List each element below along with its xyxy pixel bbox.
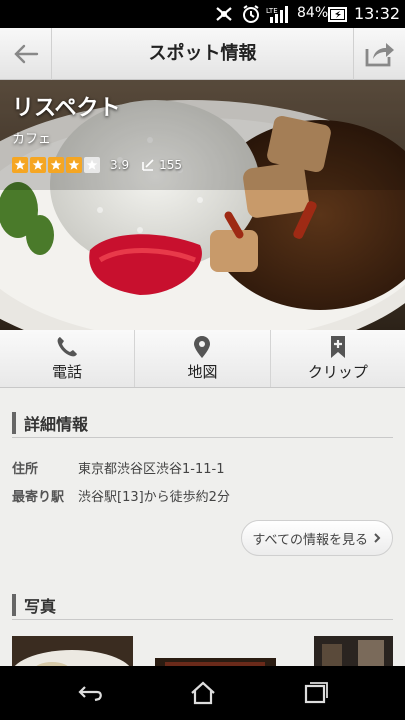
- recents-icon[interactable]: [301, 681, 329, 705]
- section-bar: [12, 412, 16, 434]
- star-icon: [66, 157, 82, 173]
- photo-thumbnail[interactable]: [314, 636, 393, 666]
- clock: 13:32: [354, 4, 401, 23]
- back-arrow-icon: [13, 44, 38, 64]
- address-key: 住所: [12, 462, 39, 477]
- mute-icon: [216, 7, 232, 21]
- back-button[interactable]: [0, 28, 52, 80]
- svg-text:LTE: LTE: [266, 7, 278, 15]
- details-heading: 詳細情報: [24, 415, 89, 434]
- map-label: 地図: [187, 363, 218, 381]
- clip-button[interactable]: クリップ: [271, 330, 405, 387]
- photo-thumbnail-image: [314, 636, 393, 666]
- station-key: 最寄り駅: [12, 490, 65, 505]
- details-section-header: 詳細情報: [12, 406, 393, 438]
- map-button[interactable]: 地図: [135, 330, 271, 387]
- phone-icon: [57, 337, 78, 357]
- spot-name: リスペクト: [12, 96, 121, 121]
- station-value: 渋谷駅[13]から徒歩約2分: [78, 490, 230, 505]
- see-all-info-button[interactable]: すべての情報を見る: [241, 520, 393, 556]
- review-count: 155: [159, 158, 182, 172]
- photos-heading: 写真: [24, 597, 57, 616]
- chevron-right-icon: [374, 533, 381, 543]
- system-nav-bar: [0, 666, 405, 720]
- photo-thumbnail-image: [155, 636, 276, 666]
- call-button[interactable]: 電話: [0, 330, 136, 387]
- lte-signal-icon: LTE: [266, 6, 288, 23]
- back-icon[interactable]: [77, 681, 105, 705]
- rating-row: 3.9 155: [12, 156, 182, 174]
- address-row: 住所 東京都渋谷区渋谷1-11-1: [12, 458, 224, 477]
- action-bar: 電話 地図 クリップ: [0, 330, 405, 388]
- bookmark-add-icon: [330, 336, 345, 358]
- clip-label: クリップ: [307, 363, 368, 381]
- star-empty-icon: [84, 157, 100, 173]
- photo-thumbnail[interactable]: [12, 636, 133, 666]
- star-icon: [30, 157, 46, 173]
- review-comment-icon: [142, 159, 154, 171]
- spot-photo[interactable]: リスペクト カフェ 3.9 155: [0, 80, 405, 330]
- section-bar: [12, 594, 16, 616]
- rating-value: 3.9: [110, 158, 130, 172]
- spot-category: カフェ: [12, 132, 52, 147]
- station-row: 最寄り駅 渋谷駅[13]から徒歩約2分: [12, 486, 230, 505]
- star-icon: [12, 157, 28, 173]
- map-pin-icon: [194, 336, 211, 358]
- share-button[interactable]: [353, 28, 405, 80]
- alarm-icon: [243, 5, 259, 23]
- star-icon: [48, 157, 64, 173]
- photo-thumbnail-image: [12, 636, 133, 666]
- spot-content: 詳細情報 住所 東京都渋谷区渋谷1-11-1 最寄り駅 渋谷駅[13]から徒歩約…: [0, 388, 405, 666]
- call-label: 電話: [52, 363, 83, 381]
- share-icon: [365, 43, 394, 67]
- app-header: スポット情報: [0, 28, 405, 80]
- status-bar: LTE 84% 13:32: [0, 0, 405, 28]
- address-value: 東京都渋谷区渋谷1-11-1: [78, 462, 225, 477]
- battery-percent: 84%: [297, 5, 329, 21]
- photo-thumbnail[interactable]: [155, 636, 276, 666]
- photos-section-header: 写真: [12, 588, 393, 620]
- battery-icon: [328, 7, 347, 22]
- page-title: スポット情報: [148, 43, 257, 64]
- see-all-info-label: すべての情報を見る: [252, 532, 368, 548]
- home-icon[interactable]: [189, 681, 217, 705]
